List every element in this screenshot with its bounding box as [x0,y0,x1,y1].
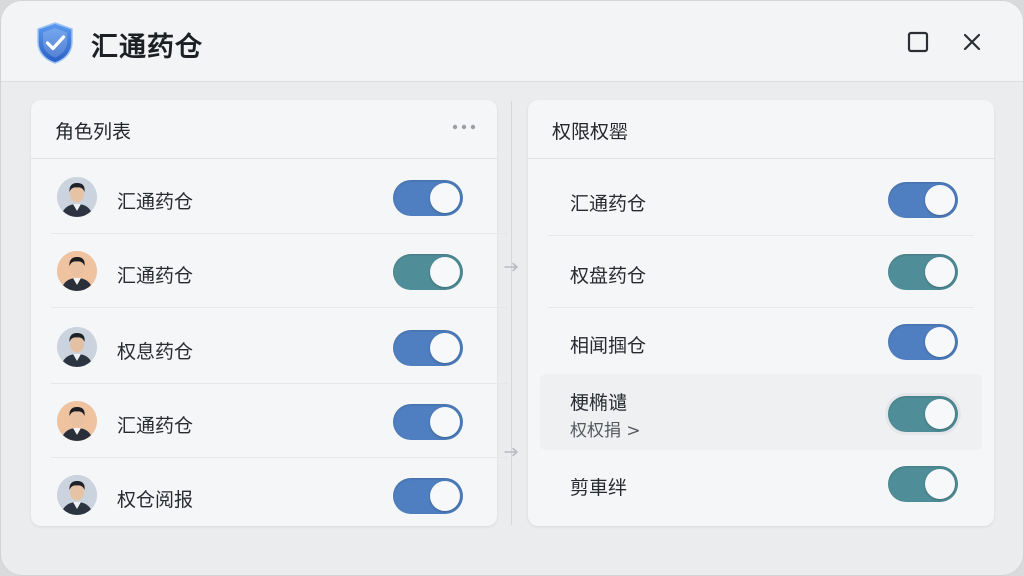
roles-panel: 角色列表 汇通药仓 汇通药仓 权息药仓 汇通药仓 权仓阅报 [31,100,509,526]
permission-label: 梗椭谴 [570,392,628,414]
app-title: 汇通药仓 [91,32,203,63]
toggle-knob [925,469,955,499]
toggle-knob [430,183,460,213]
permissions-panel-title: 权限权罂 [552,121,629,143]
role-toggle[interactable] [393,330,463,366]
avatar [57,475,97,515]
avatar [57,251,97,291]
shield-check-icon [37,22,73,64]
permission-row[interactable]: 汇通药仓 [548,164,974,236]
toggle-knob [430,407,460,437]
toggle-knob [925,257,955,287]
role-row[interactable]: 汇通药仓 [51,386,509,458]
permission-toggle[interactable] [888,396,958,432]
arrow-right-icon [504,262,519,272]
role-toggle[interactable] [393,254,463,290]
toggle-knob [925,327,955,357]
permission-toggle[interactable] [888,324,958,360]
toggle-knob [430,257,460,287]
permission-toggle[interactable] [888,182,958,218]
app-window: 汇通药仓 角色列表 汇通药仓 汇通药仓 权息药仓 汇通药仓 权仓阅报 权限权罂 … [0,0,1024,576]
permission-row[interactable]: 剪車绊 [548,448,974,520]
permission-row[interactable]: 权盘药仓 [548,236,974,308]
role-row[interactable]: 权息药仓 [51,312,509,384]
toggle-knob [925,399,955,429]
roles-panel-title: 角色列表 [55,121,132,143]
role-label: 权仓阅报 [117,489,194,511]
permission-sublabel-link[interactable]: 权权捐 > [570,416,641,441]
roles-panel-header: 角色列表 [31,100,497,159]
role-row[interactable]: 汇通药仓 [51,162,509,234]
title-bar: 汇通药仓 [1,1,1023,82]
permission-label: 剪車绊 [570,477,628,499]
role-label: 汇通药仓 [117,415,194,437]
role-row[interactable]: 汇通药仓 [51,236,509,308]
role-toggle[interactable] [393,180,463,216]
role-label: 权息药仓 [117,341,194,363]
permission-toggle[interactable] [888,254,958,290]
panel-divider [511,101,512,525]
role-toggle[interactable] [393,478,463,514]
avatar [57,401,97,441]
role-row[interactable]: 权仓阅报 [51,460,509,532]
close-icon[interactable] [959,29,985,55]
role-toggle[interactable] [393,404,463,440]
avatar [57,327,97,367]
toggle-knob [430,481,460,511]
permission-label: 相闻掴仓 [570,335,647,357]
toggle-knob [430,333,460,363]
avatar [57,177,97,217]
more-horizontal-icon[interactable] [451,122,477,132]
permission-row[interactable]: 相闻掴仓 [548,306,974,378]
permission-toggle[interactable] [888,466,958,502]
permissions-panel-header: 权限权罂 [528,100,994,159]
permission-label: 权盘药仓 [570,265,647,287]
permission-label: 汇通药仓 [570,193,647,215]
role-label: 汇通药仓 [117,191,194,213]
toggle-knob [925,185,955,215]
permission-row[interactable]: 梗椭谴 权权捐 > [548,376,974,448]
permissions-panel: 权限权罂 汇通药仓 权盘药仓 相闻掴仓 梗椭谴 权权捐 > 剪車绊 [528,100,994,526]
role-label: 汇通药仓 [117,265,194,287]
arrow-right-icon [504,447,519,457]
maximize-icon[interactable] [905,29,931,55]
